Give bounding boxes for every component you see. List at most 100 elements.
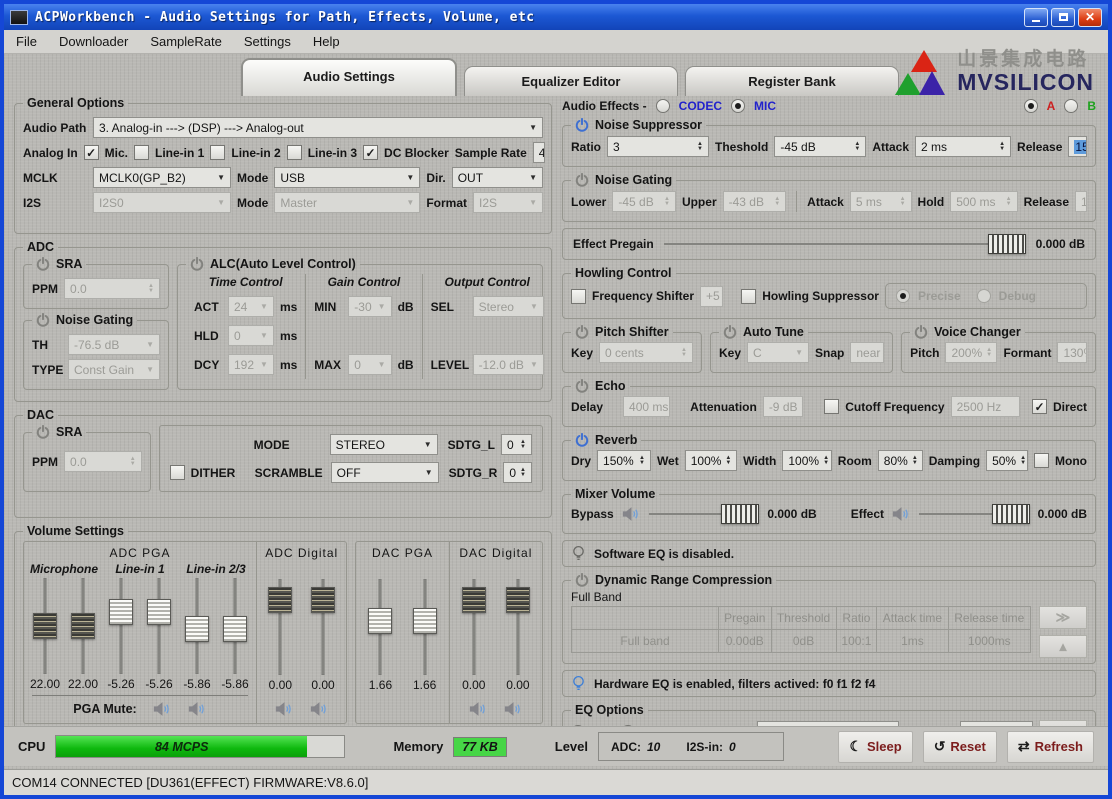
dac-mode-select[interactable]: STEREO [330, 434, 438, 455]
slider-thumb[interactable] [311, 587, 335, 613]
ns-ratio-spinner[interactable]: 3 [607, 136, 709, 157]
volume-slider[interactable]: 0.00 [499, 579, 537, 692]
close-button[interactable]: ✕ [1078, 8, 1102, 27]
codec-radio[interactable] [656, 99, 670, 113]
slider-thumb[interactable] [147, 599, 171, 625]
reverb-damping-spinner[interactable]: 50% [986, 450, 1028, 471]
speaker-icon[interactable] [622, 507, 641, 521]
profile-a-radio[interactable] [1024, 99, 1038, 113]
menu-file[interactable]: File [16, 34, 37, 49]
power-icon[interactable] [575, 118, 589, 132]
sdtg-r-spinner[interactable]: 0 [503, 462, 532, 483]
reverb-dry-spinner[interactable]: 150% [597, 450, 651, 471]
reverb-wet-spinner[interactable]: 100% [685, 450, 737, 471]
maximize-button[interactable] [1051, 8, 1075, 27]
power-icon[interactable] [914, 325, 928, 339]
power-icon[interactable] [190, 257, 204, 271]
speaker-icon[interactable] [504, 702, 523, 716]
slider-thumb[interactable] [109, 599, 133, 625]
volume-slider[interactable]: 0.00 [304, 579, 342, 692]
volume-slider[interactable]: 22.00 [26, 578, 64, 692]
menu-downloader[interactable]: Downloader [59, 34, 128, 49]
power-icon[interactable] [575, 173, 589, 187]
slider-thumb[interactable] [413, 608, 437, 634]
volume-slider[interactable]: -5.86 [178, 578, 216, 692]
slider-thumb[interactable] [268, 587, 292, 613]
slider-thumb[interactable] [368, 608, 392, 634]
ns-threshold-spinner[interactable]: -45 dB [774, 136, 866, 157]
effect-volume-slider[interactable] [919, 504, 1030, 524]
menu-settings[interactable]: Settings [244, 34, 291, 49]
tab-equalizer-editor[interactable]: Equalizer Editor [464, 66, 678, 96]
power-icon[interactable] [575, 379, 589, 393]
tab-register-bank[interactable]: Register Bank [685, 66, 899, 96]
tab-audio-settings[interactable]: Audio Settings [241, 58, 457, 96]
ns-attack-spinner[interactable]: 2 ms [915, 136, 1011, 157]
volume-slider[interactable]: -5.26 [102, 578, 140, 692]
cutoff-frequency-checkbox[interactable] [824, 399, 839, 414]
speaker-icon[interactable] [275, 702, 294, 716]
mono-checkbox[interactable] [1034, 453, 1049, 468]
slider-thumb[interactable] [992, 504, 1030, 524]
line-in3-checkbox[interactable] [287, 145, 302, 160]
sleep-button[interactable]: ☾Sleep [838, 731, 912, 763]
refresh-button[interactable]: ⇄Refresh [1007, 731, 1094, 763]
slider-thumb[interactable] [988, 234, 1026, 254]
profile-b-radio[interactable] [1064, 99, 1078, 113]
power-icon[interactable] [36, 257, 50, 271]
mclk-mode-select[interactable]: USB [274, 167, 420, 188]
volume-slider[interactable]: -5.86 [216, 578, 254, 692]
line-in2-checkbox[interactable] [210, 145, 225, 160]
power-icon[interactable] [723, 325, 737, 339]
sample-rate-select[interactable]: 48000 Hz [533, 142, 545, 163]
direct-checkbox[interactable] [1032, 399, 1047, 414]
volume-slider[interactable]: 22.00 [64, 578, 102, 692]
slider-thumb[interactable] [721, 504, 759, 524]
speaker-icon[interactable] [188, 702, 207, 716]
minimize-button[interactable] [1024, 8, 1048, 27]
bypass-volume-slider[interactable] [649, 504, 760, 524]
ns-release-spinner[interactable]: 150 ms [1068, 136, 1087, 157]
volume-slider[interactable]: 0.00 [261, 579, 299, 692]
menu-help[interactable]: Help [313, 34, 340, 49]
effect-pregain-slider[interactable] [664, 234, 1026, 254]
volume-slider[interactable]: 0.00 [455, 579, 493, 692]
menu-samplerate[interactable]: SampleRate [150, 34, 222, 49]
mclk-select[interactable]: MCLK0(GP_B2) [93, 167, 231, 188]
speaker-icon[interactable] [153, 702, 172, 716]
slider-thumb[interactable] [71, 613, 95, 639]
speaker-icon[interactable] [310, 702, 329, 716]
line-in1-checkbox[interactable] [134, 145, 149, 160]
drc-expand-button[interactable]: ≫ [1039, 606, 1087, 629]
drc-table-row[interactable]: Full band0.00dB0dB100:11ms1000ms [572, 630, 1031, 653]
howling-suppressor-checkbox[interactable] [741, 289, 756, 304]
power-icon[interactable] [36, 425, 50, 439]
power-icon[interactable] [575, 573, 589, 587]
scramble-select[interactable]: OFF [331, 462, 439, 483]
dither-checkbox[interactable] [170, 465, 185, 480]
mic-radio[interactable] [731, 99, 745, 113]
frequency-shifter-checkbox[interactable] [571, 289, 586, 304]
slider-thumb[interactable] [462, 587, 486, 613]
speaker-icon[interactable] [892, 507, 911, 521]
power-icon[interactable] [36, 313, 50, 327]
mclk-dir-select[interactable]: OUT [452, 167, 543, 188]
volume-slider[interactable]: 1.66 [406, 579, 444, 692]
speaker-icon[interactable] [469, 702, 488, 716]
mic-checkbox[interactable] [84, 145, 99, 160]
power-icon[interactable] [575, 433, 589, 447]
reset-button[interactable]: ↺Reset [923, 731, 997, 763]
sdtg-l-spinner[interactable]: 0 [501, 434, 532, 455]
drc-up-button[interactable]: ▴ [1039, 635, 1087, 658]
reverb-width-spinner[interactable]: 100% [782, 450, 831, 471]
volume-slider[interactable]: -5.26 [140, 578, 178, 692]
slider-thumb[interactable] [33, 613, 57, 639]
power-icon[interactable] [575, 325, 589, 339]
dc-blocker-checkbox[interactable] [363, 145, 378, 160]
slider-thumb[interactable] [223, 616, 247, 642]
volume-slider[interactable]: 1.66 [361, 579, 399, 692]
reverb-room-spinner[interactable]: 80% [878, 450, 923, 471]
slider-thumb[interactable] [506, 587, 530, 613]
slider-thumb[interactable] [185, 616, 209, 642]
audio-path-select[interactable]: 3. Analog-in ---> (DSP) ---> Analog-out [93, 117, 543, 138]
